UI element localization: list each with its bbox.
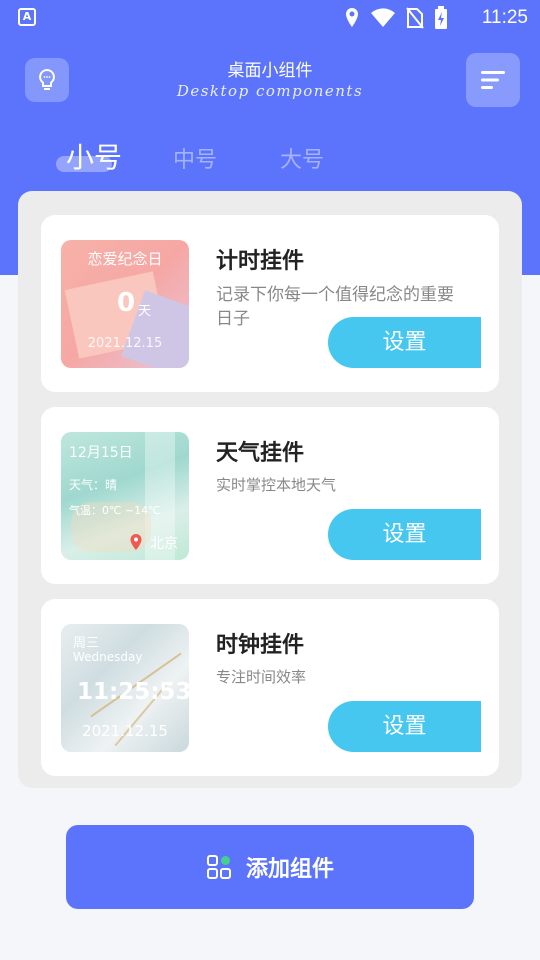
timer-settings-button[interactable]: 设置 — [328, 317, 481, 368]
card-title: 时钟挂件 — [216, 633, 305, 658]
clock-widget-preview: 周三 Wednesday 11:25:53 2021.12.15 — [61, 624, 189, 752]
notification-icon: A — [18, 8, 36, 26]
weather-date: 12月15日 — [69, 445, 133, 461]
add-widget-label: 添加组件 — [245, 857, 334, 882]
weather-settings-button[interactable]: 设置 — [328, 509, 481, 560]
widgets-icon — [206, 855, 231, 879]
widget-card-weather[interactable]: 12月15日 天气：晴 气温：0℃ ~14℃ 北京 天气挂件 实时掌控本地天气 … — [41, 407, 499, 584]
weather-widget-preview: 12月15日 天气：晴 气温：0℃ ~14℃ 北京 — [61, 432, 189, 560]
wifi-icon — [371, 8, 395, 27]
card-description: 实时掌控本地天气 — [216, 476, 337, 494]
timer-widget-preview: 恋爱纪念日 0 天 2021.12.15 — [61, 240, 189, 368]
menu-icon — [481, 71, 505, 89]
status-bar: A 11:25 — [0, 0, 540, 36]
clock-time: 11:25:53 — [77, 679, 189, 705]
menu-button[interactable] — [466, 53, 520, 107]
tab-small[interactable]: 小号 — [66, 136, 122, 176]
add-widget-button[interactable]: 添加组件 — [66, 825, 474, 909]
location-icon — [346, 8, 358, 27]
clock-date: 2021.12.15 — [82, 722, 168, 740]
map-pin-icon — [130, 534, 142, 550]
tab-medium[interactable]: 中号 — [173, 142, 217, 174]
page-title: 桌面小组件 — [227, 61, 313, 81]
weather-city: 北京 — [150, 536, 178, 552]
clock-weekday-cn: 周三 — [73, 636, 100, 651]
anniversary-heading: 恋爱纪念日 — [87, 250, 163, 268]
battery-charging-icon — [435, 6, 447, 29]
clock-weekday-en: Wednesday — [73, 650, 143, 664]
weather-temperature: 气温：0℃ ~14℃ — [69, 504, 161, 517]
widget-card-clock[interactable]: 周三 Wednesday 11:25:53 2021.12.15 时钟挂件 专注… — [41, 599, 499, 776]
preview-date: 2021.12.15 — [87, 336, 163, 351]
weather-condition: 天气：晴 — [69, 478, 118, 492]
status-time: 11:25 — [481, 7, 528, 28]
card-title: 天气挂件 — [216, 441, 305, 466]
tab-large[interactable]: 大号 — [280, 142, 324, 174]
card-description: 专注时间效率 — [216, 668, 307, 686]
day-count: 0 — [117, 288, 136, 318]
no-sim-icon — [406, 7, 424, 29]
clock-settings-button[interactable]: 设置 — [328, 701, 481, 752]
page-subtitle: Desktop components — [176, 82, 364, 100]
widget-card-timer[interactable]: 恋爱纪念日 0 天 2021.12.15 计时挂件 记录下你每一个值得纪念的重要… — [41, 215, 499, 392]
day-unit: 天 — [138, 304, 152, 319]
card-title: 计时挂件 — [216, 249, 305, 274]
